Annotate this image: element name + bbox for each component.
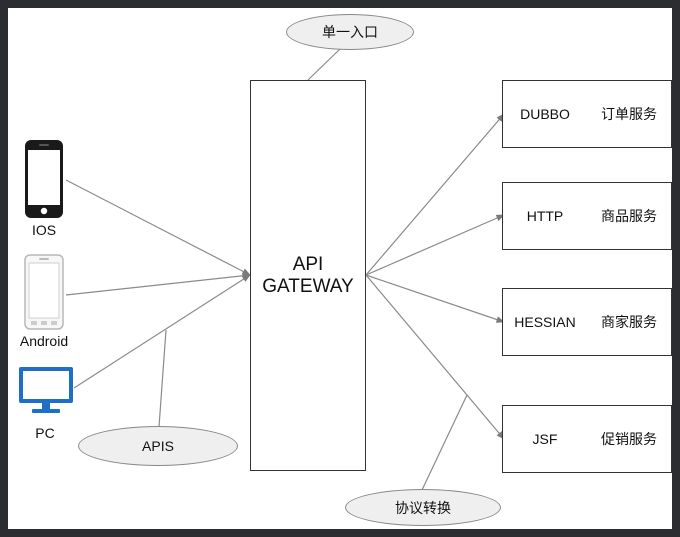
service-box-promotion: 促销服务 <box>587 405 672 473</box>
leader-apis <box>158 329 167 428</box>
leader-protocol <box>421 394 468 491</box>
service-label: 商家服务 <box>601 314 657 330</box>
protocol-bubble: 协议转换 <box>345 489 501 526</box>
arrow-pc-to-gateway <box>73 274 251 389</box>
arrow-gateway-to-jsf <box>365 274 505 440</box>
diagram-canvas: API GATEWAY 单一入口 APIS 协议转换 IOS Android P… <box>8 8 672 529</box>
iphone-icon <box>25 140 63 218</box>
entry-bubble: 单一入口 <box>286 14 414 50</box>
arrow-gateway-to-dubbo <box>365 113 505 276</box>
protocol-box-hessian: HESSIAN <box>502 288 588 356</box>
entry-bubble-label: 单一入口 <box>322 24 378 40</box>
arrow-gateway-to-hessian <box>365 274 505 323</box>
protocol-box-jsf: JSF <box>502 405 588 473</box>
arrow-gateway-to-http <box>365 214 505 276</box>
protocol-label: DUBBO <box>520 106 570 122</box>
protocol-box-http: HTTP <box>502 182 588 250</box>
service-box-merchant: 商家服务 <box>587 288 672 356</box>
protocol-label: JSF <box>532 431 558 447</box>
api-gateway-box: API GATEWAY <box>250 80 366 471</box>
client-label-android: Android <box>19 333 69 349</box>
gateway-label-line1: API <box>292 253 324 275</box>
service-box-product: 商品服务 <box>587 182 672 250</box>
protocol-box-dubbo: DUBBO <box>502 80 588 148</box>
android-phone-icon <box>24 254 64 330</box>
client-label-ios: IOS <box>31 222 57 238</box>
protocol-bubble-label: 协议转换 <box>395 499 451 516</box>
desktop-monitor-icon <box>19 367 73 413</box>
service-label: 商品服务 <box>601 208 657 224</box>
client-label-pc: PC <box>35 425 55 441</box>
service-box-order: 订单服务 <box>587 80 672 148</box>
protocol-label: HESSIAN <box>514 314 576 330</box>
gateway-label-line2: GATEWAY <box>262 275 354 297</box>
leader-entry <box>307 48 341 81</box>
service-label: 促销服务 <box>601 431 657 447</box>
apis-bubble-label: APIS <box>142 438 174 454</box>
arrow-ios-to-gateway <box>65 179 251 276</box>
protocol-label: HTTP <box>526 208 564 224</box>
arrow-android-to-gateway <box>65 272 251 296</box>
apis-bubble: APIS <box>78 426 238 466</box>
service-label: 订单服务 <box>601 106 657 122</box>
